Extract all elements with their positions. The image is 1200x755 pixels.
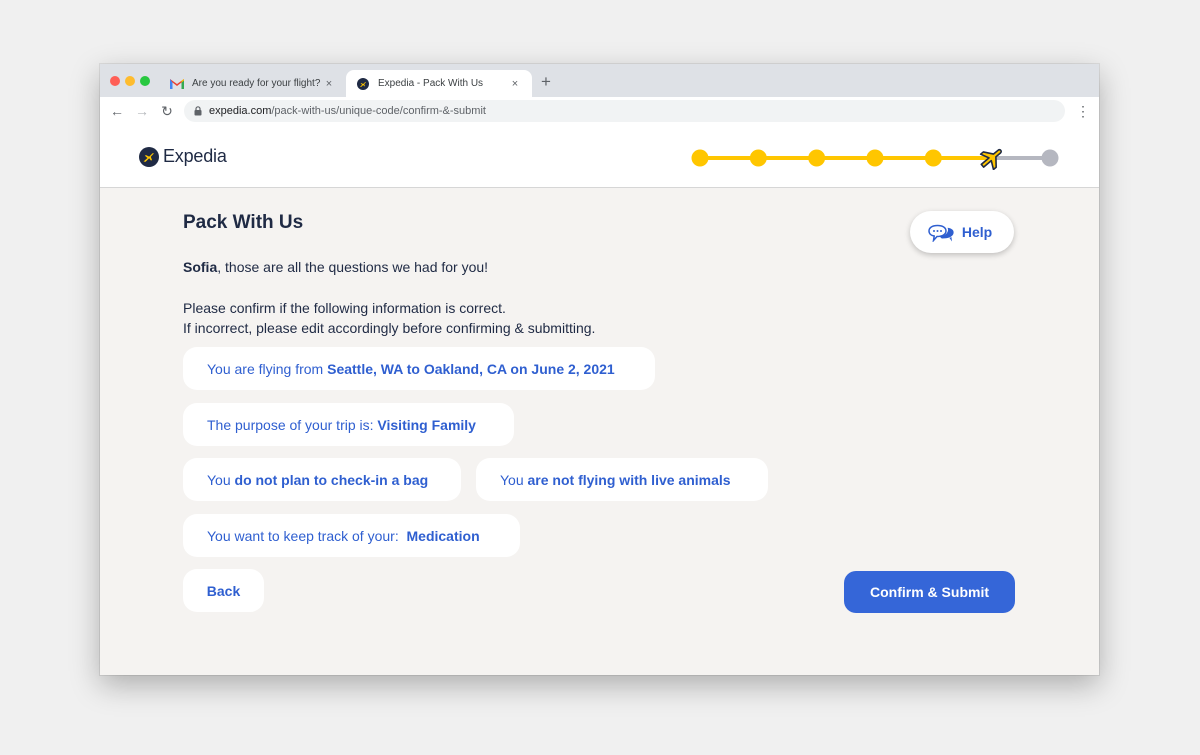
purpose-value: Visiting Family — [377, 416, 476, 433]
track-prefix: You want to keep track of your: — [207, 527, 407, 544]
help-label: Help — [961, 224, 993, 240]
tab-title: Are you ready for your flight? — [192, 78, 321, 89]
address-bar[interactable]: expedia.com/pack-with-us/unique-code/con… — [184, 100, 1065, 122]
minimize-window-button[interactable] — [125, 76, 135, 86]
browser-menu-icon[interactable]: ⋮ — [1076, 103, 1090, 119]
flight-info-pill[interactable]: You are flying from Seattle, WA to Oakla… — [183, 347, 655, 390]
forward-arrow-icon[interactable]: → — [133, 102, 151, 120]
close-window-button[interactable] — [110, 76, 120, 86]
greeting-text: Sofia, those are all the questions we ha… — [183, 259, 488, 275]
new-tab-button[interactable]: + — [541, 72, 551, 92]
trip-purpose-pill[interactable]: The purpose of your trip is: Visiting Fa… — [183, 403, 514, 446]
browser-toolbar: ← → ↻ expedia.com/pack-with-us/unique-co… — [100, 97, 1099, 127]
animals-value: are not flying with live animals — [527, 471, 731, 488]
checked-bag-pill[interactable]: You do not plan to check-in a bag — [183, 458, 461, 501]
back-button[interactable]: Back — [183, 569, 264, 612]
progress-tracker — [691, 148, 1059, 170]
site-header: Expedia — [100, 126, 1099, 188]
expedia-logo-icon — [139, 146, 159, 167]
logo-text: Expedia — [163, 146, 227, 166]
expedia-favicon — [356, 77, 370, 91]
bag-prefix: You — [207, 471, 235, 488]
confirm-line-1: Please confirm if the following informat… — [183, 300, 506, 316]
flight-value: Seattle, WA to Oakland, CA on June 2, 20… — [327, 360, 615, 377]
main-content: Pack With Us Help Sofia, those are all t… — [100, 188, 1099, 675]
progress-step-dot — [808, 149, 826, 167]
track-items-pill[interactable]: You want to keep track of your: Medicati… — [183, 514, 520, 557]
close-tab-icon[interactable]: × — [508, 78, 522, 90]
url-host: expedia.com — [209, 105, 272, 117]
confirm-line-2: If incorrect, please edit accordingly be… — [183, 320, 596, 336]
bag-value: do not plan to check-in a bag — [234, 471, 429, 488]
flight-prefix: You are flying from — [207, 360, 328, 377]
progress-step-dot — [1041, 149, 1059, 167]
tab-strip: Are you ready for your flight? × Expedia… — [100, 64, 1099, 97]
confirm-instructions: Please confirm if the following informat… — [183, 298, 595, 338]
greeting-message: , those are all the questions we had for… — [217, 259, 489, 275]
chat-bubbles-icon — [928, 224, 954, 242]
confirm-submit-button[interactable]: Confirm & Submit — [844, 571, 1015, 613]
progress-step-dot — [691, 149, 709, 167]
progress-step-dot — [749, 149, 767, 167]
close-tab-icon[interactable]: × — [322, 78, 336, 90]
progress-step-dot — [866, 149, 884, 167]
live-animals-pill[interactable]: You are not flying with live animals — [476, 458, 768, 501]
tab-gmail[interactable]: Are you ready for your flight? × — [160, 70, 346, 97]
url-path: /pack-with-us/unique-code/confirm-&-subm… — [271, 105, 486, 117]
user-name: Sofia — [183, 259, 218, 275]
lock-icon — [194, 106, 202, 116]
expedia-logo[interactable]: Expedia — [139, 146, 227, 167]
page-title: Pack With Us — [183, 212, 304, 233]
maximize-window-button[interactable] — [140, 76, 150, 86]
browser-window: Are you ready for your flight? × Expedia… — [100, 64, 1099, 675]
reload-icon[interactable]: ↻ — [158, 102, 176, 120]
progress-step-dot — [924, 149, 942, 167]
tab-title: Expedia - Pack With Us — [378, 78, 484, 89]
animals-prefix: You — [500, 471, 528, 488]
purpose-prefix: The purpose of your trip is: — [207, 416, 378, 433]
gmail-icon — [170, 77, 184, 91]
track-value: Medication — [406, 527, 480, 544]
help-button[interactable]: Help — [910, 211, 1014, 253]
tab-expedia[interactable]: Expedia - Pack With Us × — [346, 70, 532, 97]
back-arrow-icon[interactable]: ← — [108, 102, 126, 120]
